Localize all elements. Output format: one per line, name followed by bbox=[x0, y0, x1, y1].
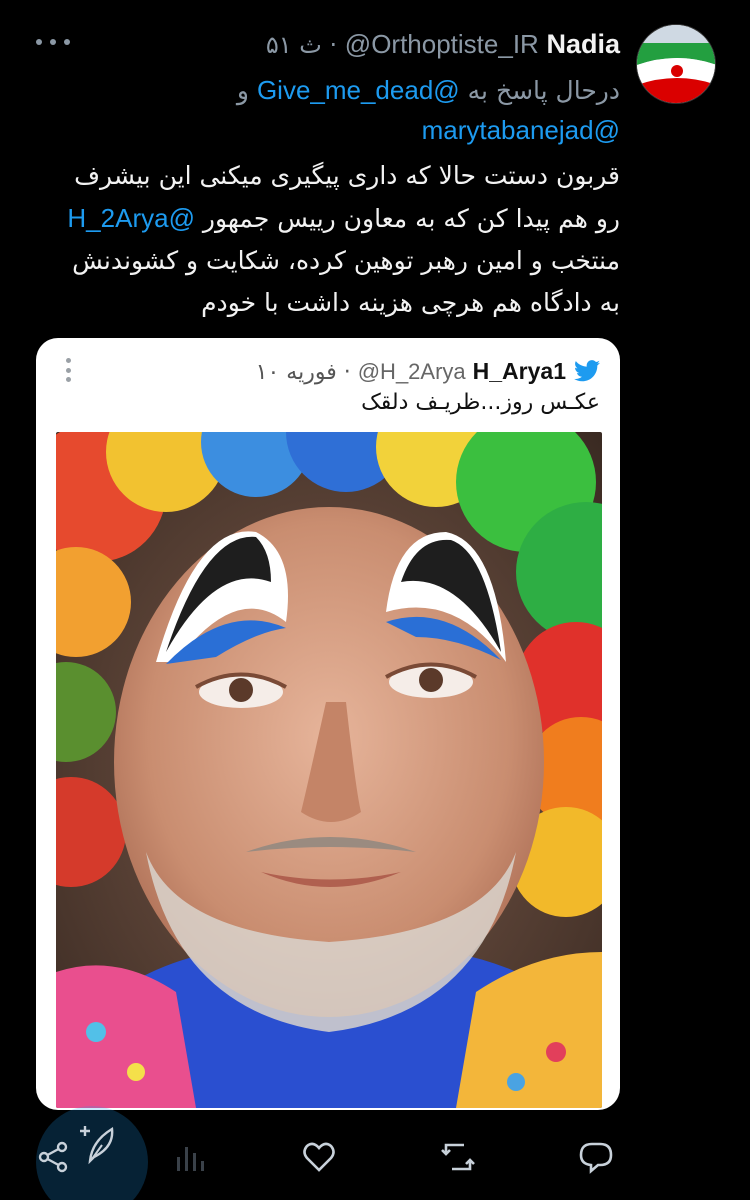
analytics-icon[interactable] bbox=[171, 1139, 207, 1175]
tweet-header: ث ۵۱ · @Orthoptiste_IR Nadia bbox=[120, 28, 620, 61]
body-mention[interactable]: @H_2Arya bbox=[67, 203, 195, 233]
embedded-photo[interactable] bbox=[56, 432, 602, 1108]
embedded-author-name[interactable]: H_Arya1 bbox=[473, 358, 566, 384]
reply-prefix: درحال پاسخ به bbox=[467, 76, 620, 105]
iran-flag-avatar-image bbox=[637, 25, 715, 103]
reply-mention-1[interactable]: @Give_me_dead bbox=[257, 75, 460, 105]
body-line-3: منتخب و امین رهبر توهین کرده، شکایت و کش… bbox=[72, 246, 620, 275]
author-name[interactable]: Nadia bbox=[546, 29, 620, 59]
tweet-time[interactable]: ث ۵۱ bbox=[266, 31, 322, 59]
body-line-2-text: رو هم پیدا کن که به معاون رییس جمهور bbox=[202, 204, 620, 233]
embedded-caption: عکـس روز...ظریـف دلقک bbox=[361, 390, 600, 415]
replying-to-line: درحال پاسخ به @Give_me_dead و bbox=[100, 70, 620, 111]
embedded-tweet-card[interactable]: ۱۰ فوریه · @H_2Arya H_Arya1 عکـس روز...ظ… bbox=[36, 338, 620, 1110]
tweet-body: قربون دستت حالا که داری پیگیری میکنی این… bbox=[30, 155, 620, 324]
retweet-icon[interactable] bbox=[440, 1139, 476, 1175]
compose-feather-icon[interactable] bbox=[72, 1119, 122, 1169]
heart-icon[interactable] bbox=[301, 1139, 337, 1175]
reply-and: و bbox=[236, 76, 249, 105]
body-line-1: قربون دستت حالا که داری پیگیری میکنی این… bbox=[74, 161, 620, 190]
clown-portrait-image bbox=[56, 432, 602, 1108]
reply-mention-2[interactable]: @marytabanejad bbox=[422, 115, 620, 145]
reply-icon[interactable] bbox=[578, 1139, 614, 1175]
twitter-bird-icon bbox=[574, 360, 600, 382]
embedded-date: ۱۰ فوریه bbox=[255, 360, 337, 385]
more-horizontal-icon[interactable] bbox=[36, 30, 70, 54]
author-handle[interactable]: @Orthoptiste_IR bbox=[345, 29, 539, 59]
body-line-4: به دادگاه هم هرچی هزینه داشت با خودم bbox=[201, 288, 620, 317]
header-separator: · bbox=[329, 31, 338, 59]
author-avatar[interactable] bbox=[636, 24, 716, 104]
more-vertical-icon[interactable] bbox=[66, 358, 74, 382]
embedded-header: ۱۰ فوریه · @H_2Arya H_Arya1 bbox=[36, 352, 620, 388]
tweet-action-bar bbox=[0, 1106, 750, 1200]
embedded-handle[interactable]: @H_2Arya bbox=[358, 359, 466, 384]
body-line-2: رو هم پیدا کن که به معاون رییس جمهور @H_… bbox=[30, 197, 620, 240]
share-icon[interactable] bbox=[36, 1139, 72, 1175]
tweet-screen: ث ۵۱ · @Orthoptiste_IR Nadia درحال پاسخ … bbox=[0, 0, 750, 1200]
replying-to-line-2: @marytabanejad bbox=[100, 110, 620, 151]
embedded-meta: ۱۰ فوریه · @H_2Arya H_Arya1 bbox=[146, 356, 566, 388]
embedded-separator: · bbox=[343, 360, 351, 385]
